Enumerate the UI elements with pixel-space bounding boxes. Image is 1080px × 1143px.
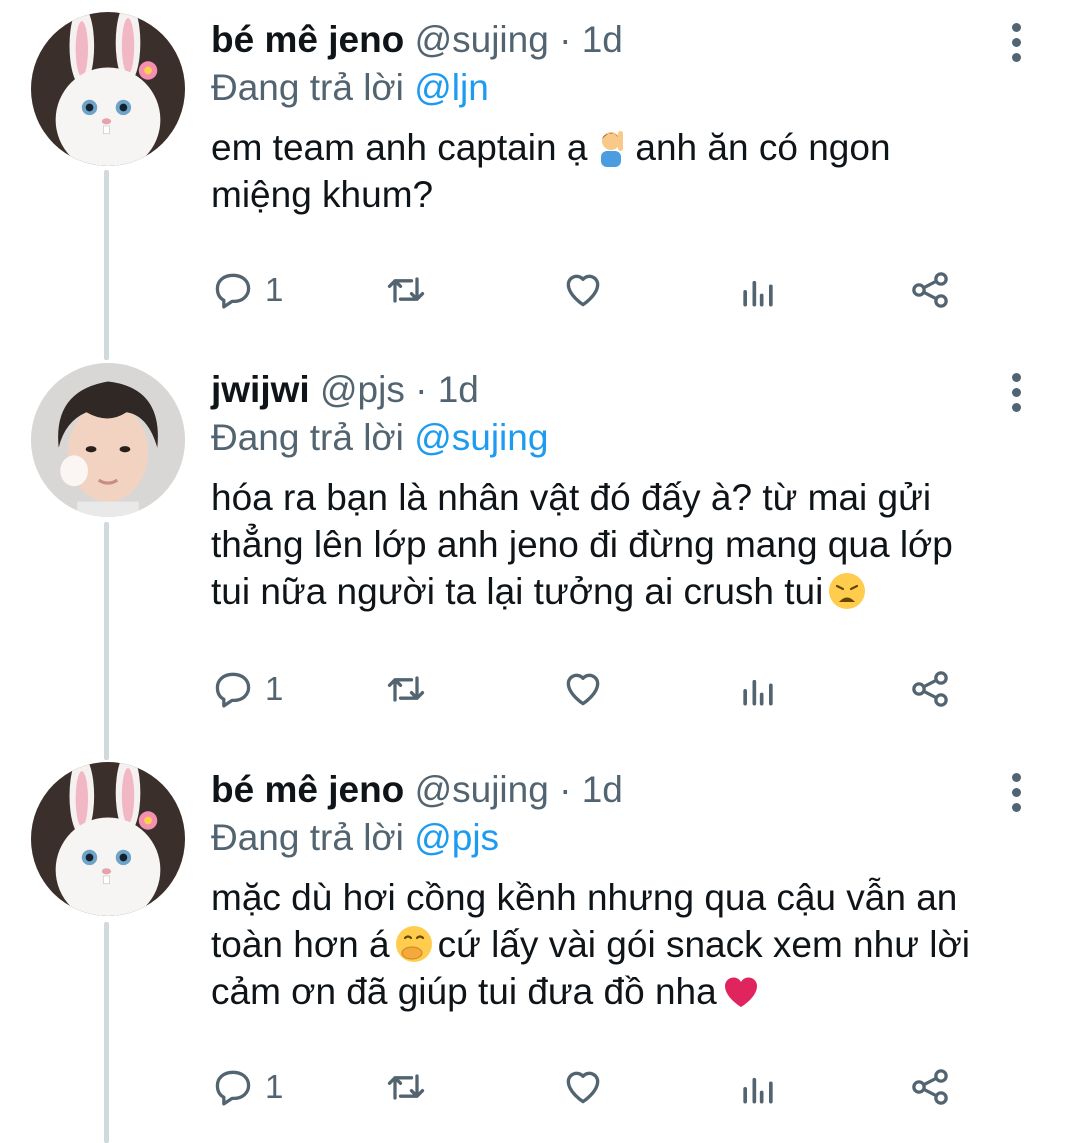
- tweet[interactable]: bé mê jeno @sujing · 1d Đang trả lời @lj…: [0, 0, 1080, 350]
- analytics-icon: [743, 679, 773, 706]
- display-name[interactable]: bé mê jeno: [211, 19, 404, 60]
- more-dot: [1011, 802, 1021, 812]
- replying-to: Đang trả lời @sujing: [211, 414, 1000, 462]
- replying-to-label: Đang trả lời: [211, 417, 404, 458]
- share-button[interactable]: [908, 1062, 952, 1112]
- retweet-button[interactable]: [384, 1062, 428, 1112]
- like-button[interactable]: [561, 265, 605, 315]
- person-raising-hand-emoji: [591, 127, 631, 167]
- more-dot: [1011, 52, 1021, 62]
- reply-icon: [215, 1070, 251, 1106]
- more-options-button[interactable]: [996, 362, 1036, 422]
- like-button[interactable]: [561, 1062, 605, 1112]
- person-photo-image: [31, 363, 185, 517]
- bunny-avatar[interactable]: [31, 12, 185, 166]
- tweet-actions: 1: [211, 265, 971, 315]
- timestamp[interactable]: 1d: [582, 19, 623, 60]
- user-handle[interactable]: @sujing: [415, 19, 549, 60]
- timestamp[interactable]: 1d: [582, 769, 623, 810]
- like-button[interactable]: [561, 664, 605, 714]
- analytics-icon: [743, 280, 773, 307]
- timestamp[interactable]: 1d: [438, 369, 479, 410]
- separator-dot: ·: [559, 19, 572, 60]
- retweet-icon: [387, 1074, 425, 1100]
- share-icon: [912, 272, 948, 308]
- display-name[interactable]: bé mê jeno: [211, 769, 404, 810]
- user-handle[interactable]: @pjs: [320, 369, 405, 410]
- tweet-text: mặc dù hơi cồng kềnh nhưng qua cậu vẫn a…: [211, 874, 1000, 1015]
- reply-mention-link[interactable]: @ljn: [414, 67, 489, 108]
- more-options-button[interactable]: [996, 762, 1036, 822]
- more-dot: [1011, 22, 1021, 32]
- more-dot: [1011, 387, 1021, 397]
- separator-dot: ·: [559, 769, 572, 810]
- replying-to: Đang trả lời @pjs: [211, 814, 1000, 862]
- reply-mention-link[interactable]: @sujing: [414, 417, 548, 458]
- tweet-text-part: em team anh captain ạ: [211, 127, 588, 168]
- bunny-avatar-image: [31, 12, 185, 166]
- replying-to: Đang trả lời @ljn: [211, 64, 1000, 112]
- replying-to-label: Đang trả lời: [211, 67, 404, 108]
- more-dot: [1011, 402, 1021, 412]
- replying-to-label: Đang trả lời: [211, 817, 404, 858]
- reply-icon: [215, 672, 251, 708]
- tweet-text: em team anh captain ạ anh ăn có ngon miệ…: [211, 124, 1000, 218]
- separator-dot: ·: [415, 369, 428, 410]
- heart-icon: [566, 1071, 600, 1104]
- user-handle[interactable]: @sujing: [415, 769, 549, 810]
- reply-icon: [215, 273, 251, 309]
- analytics-button[interactable]: [736, 664, 780, 714]
- reply-count: 1: [265, 1068, 284, 1105]
- reply-button[interactable]: 1: [211, 664, 283, 714]
- bunny-avatar-image: [31, 762, 185, 916]
- retweet-icon: [387, 676, 425, 702]
- retweet-button[interactable]: [384, 265, 428, 315]
- reply-button[interactable]: 1: [211, 265, 283, 315]
- reply-count: 1: [265, 271, 284, 308]
- reply-button[interactable]: 1: [211, 1062, 283, 1112]
- display-name[interactable]: jwijwi: [211, 369, 310, 410]
- tweet[interactable]: jwijwi @pjs · 1d Đang trả lời @sujing hó…: [0, 350, 1080, 750]
- more-options-button[interactable]: [996, 12, 1036, 72]
- reply-thread: bé mê jeno @sujing · 1d Đang trả lời @lj…: [0, 0, 1080, 1143]
- analytics-icon: [743, 1077, 773, 1104]
- share-icon: [912, 671, 948, 707]
- more-dot: [1011, 787, 1021, 797]
- tweet-actions: 1: [211, 664, 971, 714]
- share-icon: [912, 1069, 948, 1105]
- heart-icon: [566, 274, 600, 307]
- share-button[interactable]: [908, 265, 952, 315]
- tweet[interactable]: bé mê jeno @sujing · 1d Đang trả lời @pj…: [0, 750, 1080, 1143]
- face-with-hand-over-mouth-emoji: [394, 924, 434, 964]
- reply-mention-link[interactable]: @pjs: [414, 817, 499, 858]
- retweet-button[interactable]: [384, 664, 428, 714]
- weary-face-emoji: [827, 571, 867, 611]
- red-heart-emoji: [721, 971, 761, 1011]
- tweet-text: hóa ra bạn là nhân vật đó đấy à? từ mai …: [211, 474, 1000, 615]
- bunny-avatar[interactable]: [31, 762, 185, 916]
- analytics-button[interactable]: [736, 265, 780, 315]
- share-button[interactable]: [908, 664, 952, 714]
- person-photo-avatar[interactable]: [31, 363, 185, 517]
- reply-count: 1: [265, 670, 284, 707]
- more-dot: [1011, 372, 1021, 382]
- analytics-button[interactable]: [736, 1062, 780, 1112]
- tweet-header: jwijwi @pjs · 1d: [211, 368, 1000, 412]
- tweet-header: bé mê jeno @sujing · 1d: [211, 768, 1000, 812]
- more-dot: [1011, 37, 1021, 47]
- tweet-actions: 1: [211, 1062, 971, 1112]
- more-dot: [1011, 772, 1021, 782]
- tweet-header: bé mê jeno @sujing · 1d: [211, 18, 1000, 62]
- retweet-icon: [387, 277, 425, 303]
- heart-icon: [566, 673, 600, 706]
